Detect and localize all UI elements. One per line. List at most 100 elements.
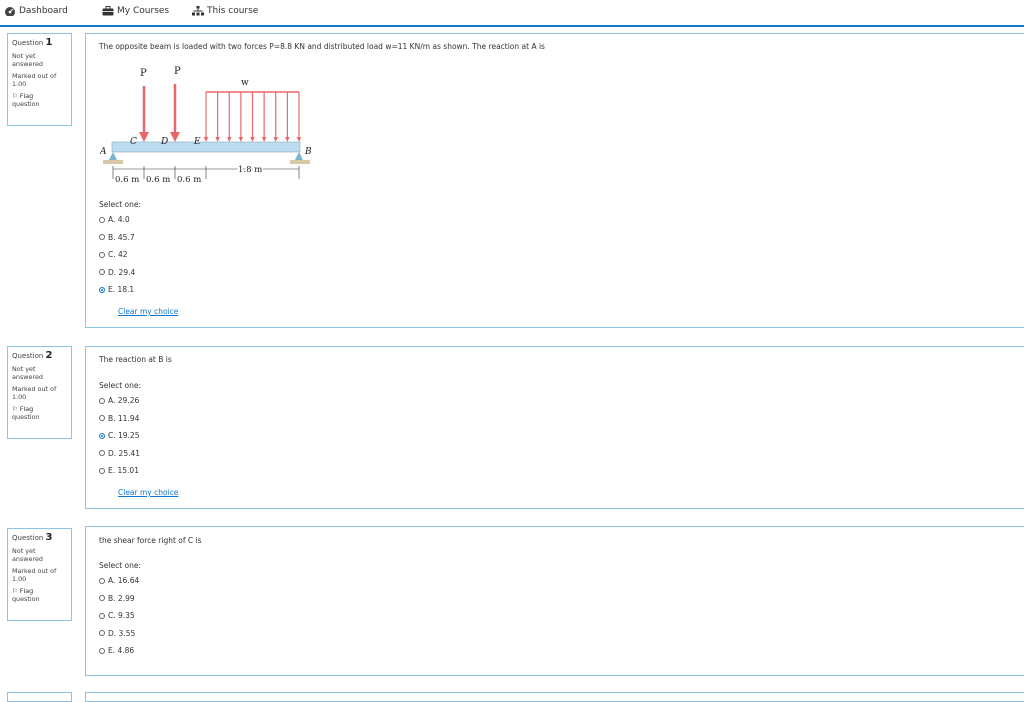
answer-option[interactable]: C. 9.35	[99, 611, 135, 620]
briefcase-icon	[102, 6, 114, 16]
nav-my-courses[interactable]: My Courses	[102, 6, 169, 16]
point-label-c: C	[130, 137, 137, 147]
flag-icon: ⚐	[12, 405, 18, 413]
force-arrow-p1-head	[139, 132, 149, 142]
answer-option-label: C. 9.35	[108, 611, 135, 620]
load-arrow-head	[285, 137, 290, 142]
answer-option[interactable]: B. 11.94	[99, 414, 139, 423]
support-b	[295, 152, 303, 160]
radio-button[interactable]	[99, 216, 105, 223]
answer-option[interactable]: E. 18.1	[99, 285, 134, 294]
question-info-3: Question 3 Not yet answered Marked out o…	[7, 528, 72, 621]
answer-option[interactable]: A. 29.26	[99, 396, 139, 405]
radio-button[interactable]	[99, 630, 105, 636]
top-navigation: Dashboard My Courses This course	[0, 0, 1024, 27]
flag-icon: ⚐	[12, 587, 18, 595]
question-box-1: The opposite beam is loaded with two for…	[85, 33, 1024, 328]
load-arrow-head	[250, 137, 255, 142]
question-info-4-partial	[7, 692, 72, 702]
beam	[111, 141, 301, 153]
answer-option-label: E. 4.86	[108, 646, 135, 655]
answer-option-label: C. 42	[108, 250, 128, 259]
answer-option-label: A. 16.64	[108, 576, 140, 585]
answer-option-label: D. 29.4	[108, 267, 136, 277]
nav-dashboard[interactable]: Dashboard	[4, 6, 68, 16]
flag-question-1[interactable]: ⚐ Flag	[12, 92, 67, 100]
radio-button[interactable]	[99, 397, 105, 404]
point-label-b: B	[304, 147, 312, 157]
flag-question-2[interactable]: ⚐ Flag	[12, 405, 67, 413]
answer-option[interactable]: D. 29.4	[99, 268, 135, 277]
distributed-load	[203, 91, 302, 142]
answer-option[interactable]: D. 25.41	[99, 449, 140, 458]
point-label-e: E	[193, 137, 201, 147]
radio-button[interactable]	[99, 647, 105, 654]
answer-option-label: E. 18.1	[108, 285, 135, 294]
answer-option[interactable]: D. 3.55	[99, 629, 135, 638]
answer-option[interactable]: B. 2.99	[99, 594, 135, 603]
dim-label-1: 0.6 m	[115, 175, 139, 185]
answer-option[interactable]: A. 4.0	[99, 215, 130, 224]
answer-option-label: C. 19.25	[108, 431, 140, 440]
support-a-ground	[103, 160, 123, 164]
dim-label-4: 1.8 m	[238, 165, 262, 175]
nav-this-course[interactable]: This course	[192, 6, 258, 16]
radio-button[interactable]	[99, 577, 105, 584]
beam-diagram: P P w A C D E B 0.6 m 0.6 m 0.6 m 1.8 m	[100, 66, 312, 185]
load-arrow-head	[203, 137, 209, 142]
sitemap-icon	[192, 6, 204, 16]
question-text-3: the shear force right of C is	[99, 536, 202, 545]
answer-option-label: A. 4.0	[108, 215, 130, 224]
radio-button[interactable]	[99, 467, 105, 474]
load-arrow-head	[227, 137, 232, 142]
force-label-p1: P	[140, 68, 147, 79]
flag-question-3[interactable]: ⚐ Flag	[12, 587, 67, 595]
load-arrow-head	[261, 137, 267, 142]
question-text-1: The opposite beam is loaded with two for…	[99, 42, 545, 51]
dimension-lines	[112, 166, 300, 179]
dashboard-icon	[5, 7, 15, 16]
support-b-ground	[290, 160, 310, 164]
radio-button[interactable]	[99, 432, 105, 439]
answer-option-label: A. 29.26	[108, 396, 140, 405]
question-text-2: The reaction at B is	[99, 355, 172, 364]
support-a	[109, 152, 117, 160]
load-arrow-head	[273, 137, 278, 142]
force-arrow-p2-head	[170, 132, 180, 142]
question-info-1: Question 1 Not yet answered Marked out o…	[7, 33, 72, 126]
answer-option-label: B. 11.94	[108, 413, 140, 423]
answer-option[interactable]: C. 42	[99, 250, 128, 259]
point-label-d: D	[160, 137, 168, 147]
question-info-2: Question 2 Not yet answered Marked out o…	[7, 346, 72, 439]
radio-button[interactable]	[99, 595, 105, 601]
question-box-3: the shear force right of C is Select one…	[85, 526, 1024, 676]
radio-button[interactable]	[99, 286, 105, 293]
radio-button[interactable]	[99, 251, 105, 258]
radio-button[interactable]	[99, 612, 105, 619]
load-arrow-head	[296, 137, 302, 142]
answer-option[interactable]: C. 19.25	[99, 431, 139, 440]
clear-choice-1[interactable]: Clear my choice	[118, 307, 178, 316]
flag-icon: ⚐	[12, 92, 18, 100]
radio-button[interactable]	[99, 269, 105, 275]
answer-option-label: E. 15.01	[108, 466, 139, 475]
load-arrow-head	[238, 137, 244, 142]
answer-option[interactable]: A. 16.64	[99, 576, 139, 585]
answer-option[interactable]: E. 4.86	[99, 646, 134, 655]
load-arrow-head	[215, 137, 220, 142]
dim-label-2: 0.6 m	[146, 175, 170, 185]
dim-label-3: 0.6 m	[177, 175, 201, 185]
point-label-a: A	[100, 147, 107, 157]
answer-option[interactable]: B. 45.7	[99, 233, 135, 242]
question-box-2: The reaction at B is Select one: A. 29.2…	[85, 346, 1024, 509]
radio-button[interactable]	[99, 450, 105, 456]
load-label-w: w	[241, 78, 249, 88]
answer-option-label: B. 2.99	[108, 593, 135, 603]
answer-option-label: B. 45.7	[108, 232, 135, 242]
answer-option-label: D. 25.41	[108, 448, 141, 458]
answer-option[interactable]: E. 15.01	[99, 466, 139, 475]
radio-button[interactable]	[99, 415, 105, 421]
radio-button[interactable]	[99, 234, 105, 240]
clear-choice-2[interactable]: Clear my choice	[118, 488, 178, 497]
answer-option-label: D. 3.55	[108, 628, 136, 638]
